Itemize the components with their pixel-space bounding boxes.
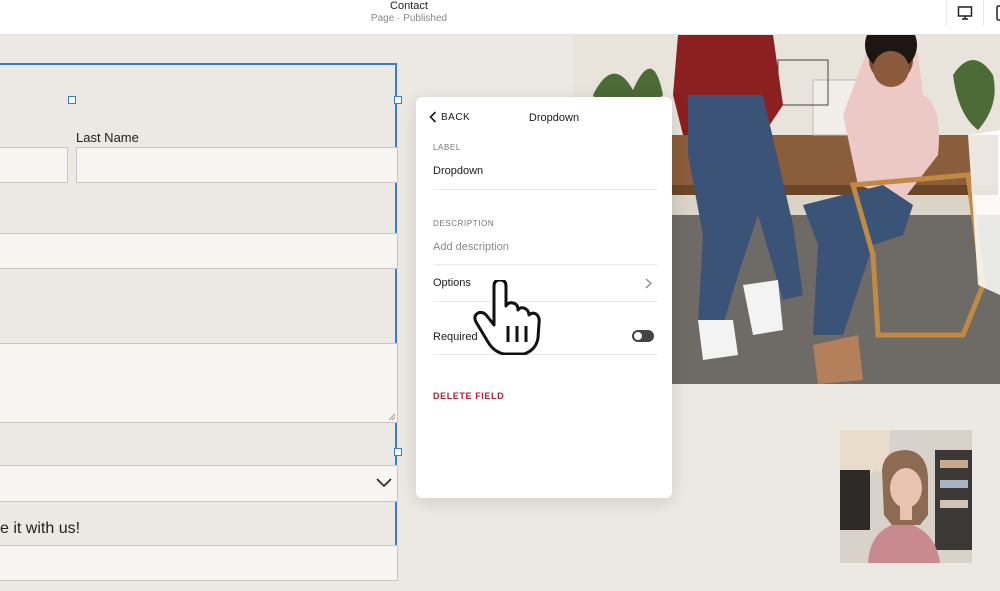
divider [433,189,658,190]
page-status: Page · Published [370,13,448,24]
chevron-right-icon [645,278,652,289]
toggle-knob [634,332,642,340]
label-input[interactable]: Dropdown [433,165,483,177]
mobile-view-button[interactable] [984,0,1000,26]
field-settings-panel: BACK Dropdown LABEL Dropdown DESCRIPTION… [416,97,672,498]
resize-handle-top-right[interactable] [394,96,402,104]
resize-grip-icon [388,413,396,421]
desktop-icon [957,6,973,20]
required-label: Required [433,331,478,343]
divider [433,354,658,355]
description-input[interactable]: Add description [433,241,509,253]
editor-top-bar: Contact Page · Published [0,0,1000,35]
label-caption: LABEL [433,143,461,152]
last-name-label: Last Name [76,130,139,145]
page-title-block: Contact Page · Published [0,0,818,25]
dropdown-select[interactable] [0,465,398,502]
last-name-input[interactable] [76,147,398,183]
presenter-illustration [840,430,972,563]
last-input[interactable] [0,545,398,581]
mobile-icon [996,5,1000,21]
resize-handle-top[interactable] [68,96,76,104]
message-textarea[interactable] [0,343,398,423]
first-name-input[interactable] [0,147,68,183]
webcam-overlay [840,430,972,563]
chevron-down-icon [376,478,392,488]
delete-field-button[interactable]: DELETE FIELD [433,391,504,401]
divider [433,264,658,265]
hand-cursor-icon [473,280,541,355]
resize-handle-right[interactable] [394,448,402,456]
options-row[interactable]: Options [433,277,658,289]
partial-field-label: e it with us! [0,520,81,537]
desktop-view-button[interactable] [946,0,984,26]
panel-title: Dropdown [528,112,580,124]
required-toggle[interactable] [632,330,654,342]
options-label: Options [433,277,471,289]
divider [433,301,658,302]
description-caption: DESCRIPTION [433,219,495,228]
email-input[interactable] [0,233,398,269]
page-title: Contact [390,0,428,12]
